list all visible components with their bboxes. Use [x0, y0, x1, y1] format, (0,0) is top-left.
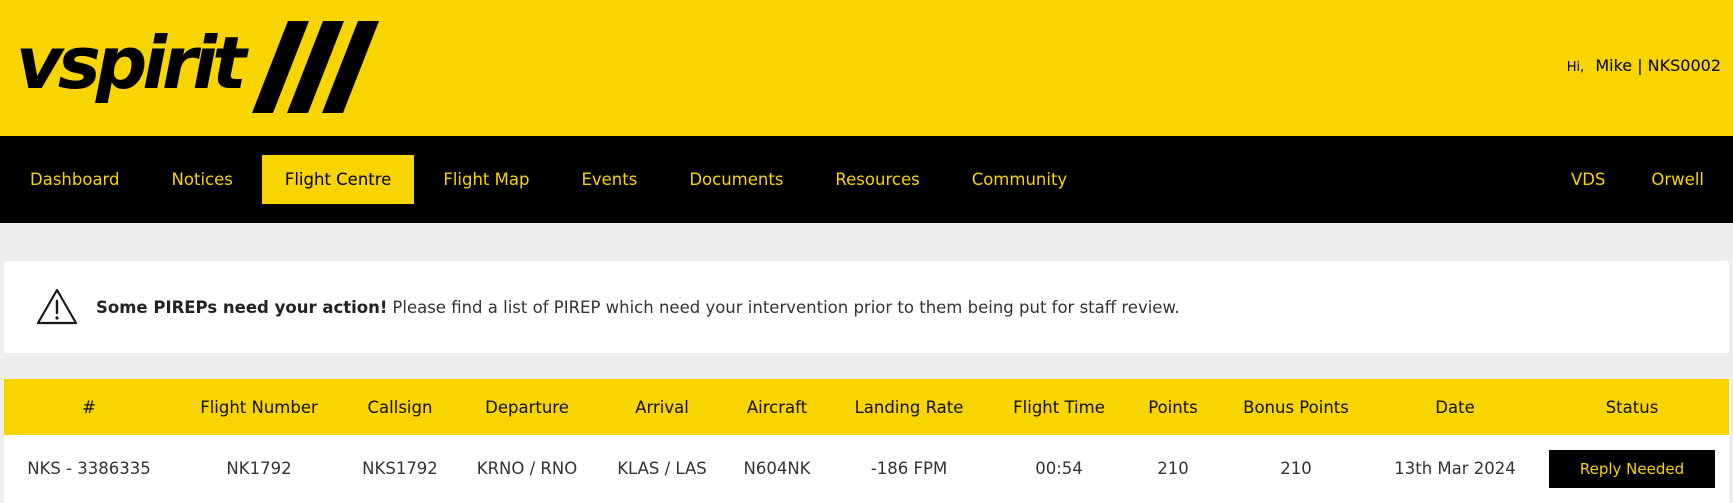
cell-arrival: KLAS / LAS [617, 459, 707, 478]
reply-needed-button[interactable]: Reply Needed [1549, 449, 1715, 488]
cell-bonus-points: 210 [1280, 459, 1312, 478]
column-header-landing-rate: Landing Rate [854, 397, 964, 417]
column-header-number: # [82, 397, 96, 417]
cell-flight-number: NK1792 [226, 459, 292, 478]
column-header-callsign: Callsign [367, 397, 433, 417]
table-row[interactable]: NKS - 3386335 NK1792 NKS1792 KRNO / RNO … [4, 435, 1729, 502]
greeting-hi: Hi, [1566, 60, 1585, 75]
table-header: # Flight Number Callsign Departure Arriv… [4, 379, 1729, 435]
nav-documents[interactable]: Documents [666, 155, 806, 204]
nav-orwell[interactable]: Orwell [1628, 155, 1727, 204]
cell-callsign: NKS1792 [362, 459, 438, 478]
column-header-flight-number: Flight Number [200, 397, 318, 417]
nav-resources[interactable]: Resources [812, 155, 942, 204]
vspirit-logo[interactable]: vspirit [16, 16, 380, 118]
main-nav: Dashboard Notices Flight Centre Flight M… [0, 136, 1733, 223]
nav-flight-map[interactable]: Flight Map [420, 155, 552, 204]
column-header-points: Points [1148, 397, 1198, 417]
column-header-arrival: Arrival [635, 397, 689, 417]
column-header-date: Date [1435, 397, 1475, 417]
alert-description: Please find a list of PIREP which need y… [392, 297, 1180, 317]
user-greeting: Hi, Mike | NKS0002 [1567, 56, 1721, 75]
nav-right: VDS Orwell [1548, 155, 1727, 204]
cell-landing-rate: -186 FPM [870, 459, 948, 478]
nav-events[interactable]: Events [558, 155, 660, 204]
pirep-table: # Flight Number Callsign Departure Arriv… [4, 379, 1729, 503]
column-header-bonus-points: Bonus Points [1243, 397, 1349, 417]
logo-text: vspirit [16, 21, 247, 105]
column-header-status: Status [1605, 397, 1659, 417]
pirep-action-alert: Some PIREPs need your action! Please find… [4, 261, 1729, 353]
alert-message: Some PIREPs need your action! Please find… [96, 298, 1180, 317]
top-header: vspirit Hi, Mike | NKS0002 [0, 0, 1733, 136]
cell-status: Reply Needed [1549, 435, 1715, 502]
user-menu[interactable]: Mike | NKS0002 [1595, 56, 1721, 75]
nav-flight-centre[interactable]: Flight Centre [261, 155, 415, 204]
column-header-departure: Departure [485, 397, 569, 417]
alert-title: Some PIREPs need your action! [96, 297, 388, 317]
nav-dashboard[interactable]: Dashboard [7, 155, 143, 204]
cell-date: 13th Mar 2024 [1394, 459, 1516, 478]
warning-triangle-icon [36, 288, 78, 326]
cell-points: 210 [1157, 459, 1189, 478]
column-header-aircraft: Aircraft [746, 397, 808, 417]
nav-left: Dashboard Notices Flight Centre Flight M… [7, 155, 1096, 204]
cell-flight-time: 00:54 [1035, 459, 1083, 478]
nav-notices[interactable]: Notices [149, 155, 256, 204]
nav-vds[interactable]: VDS [1548, 155, 1628, 204]
nav-community[interactable]: Community [949, 155, 1091, 204]
logo-slashes-icon [251, 21, 379, 113]
cell-aircraft: N604NK [743, 459, 811, 478]
column-header-flight-time: Flight Time [1013, 397, 1105, 417]
cell-departure: KRNO / RNO [476, 459, 578, 478]
cell-pirep-id[interactable]: NKS - 3386335 [27, 435, 151, 502]
